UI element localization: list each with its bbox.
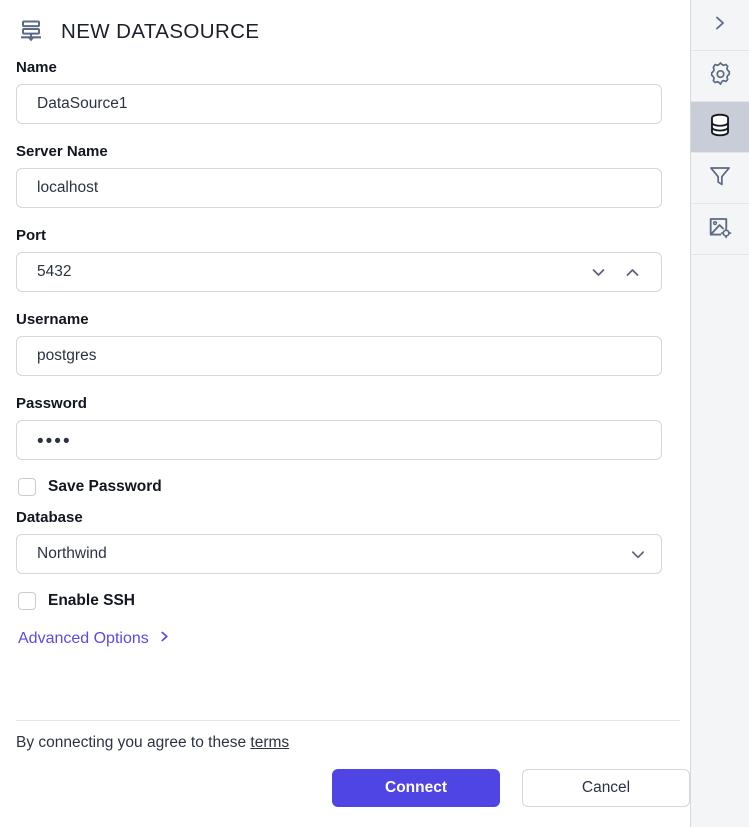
cancel-button[interactable]: Cancel bbox=[522, 769, 690, 807]
label-username: Username bbox=[16, 311, 89, 328]
password-input-value: •••• bbox=[37, 431, 72, 451]
right-sidebar bbox=[691, 0, 749, 827]
action-buttons: Connect Cancel bbox=[0, 769, 690, 807]
server-name-input-value: localhost bbox=[37, 180, 99, 196]
advanced-options-link[interactable]: Advanced Options bbox=[18, 630, 171, 648]
datasource-stack-icon bbox=[16, 17, 46, 47]
sidebar-item-image-settings[interactable] bbox=[691, 204, 749, 255]
datasource-form: Name DataSource1 Server Name localhost P… bbox=[0, 52, 690, 648]
database-select[interactable]: Northwind bbox=[16, 534, 662, 574]
chevron-right-icon bbox=[710, 13, 730, 38]
image-settings-icon bbox=[707, 214, 733, 245]
username-input-value: postgres bbox=[37, 348, 97, 364]
gear-icon bbox=[707, 60, 734, 92]
name-input[interactable]: DataSource1 bbox=[16, 84, 662, 124]
label-port: Port bbox=[16, 227, 46, 244]
panel-header: NEW DATASOURCE bbox=[0, 0, 690, 52]
chevron-down-icon[interactable] bbox=[589, 263, 607, 281]
database-select-value: Northwind bbox=[37, 546, 107, 562]
save-password-checkbox[interactable] bbox=[18, 478, 36, 496]
field-server-name: Server Name localhost bbox=[16, 144, 674, 208]
password-input[interactable]: •••• bbox=[16, 420, 662, 460]
port-input-value: 5432 bbox=[37, 264, 72, 280]
funnel-icon bbox=[707, 163, 733, 194]
chevron-down-icon[interactable] bbox=[629, 545, 647, 563]
port-stepper bbox=[589, 263, 647, 281]
field-port: Port 5432 bbox=[16, 228, 674, 292]
datasource-form-panel: NEW DATASOURCE Name DataSource1 Server N… bbox=[0, 0, 691, 827]
server-name-input[interactable]: localhost bbox=[16, 168, 662, 208]
port-input[interactable]: 5432 bbox=[16, 252, 662, 292]
save-password-label: Save Password bbox=[48, 478, 162, 496]
new-datasource-window: NEW DATASOURCE Name DataSource1 Server N… bbox=[0, 0, 749, 827]
chevron-up-icon[interactable] bbox=[623, 263, 641, 281]
enable-ssh-row[interactable]: Enable SSH bbox=[18, 592, 674, 610]
label-server-name: Server Name bbox=[16, 143, 108, 160]
field-username: Username postgres bbox=[16, 312, 674, 376]
sidebar-item-filters[interactable] bbox=[691, 153, 749, 204]
chevron-right-icon bbox=[158, 630, 171, 648]
label-name: Name bbox=[16, 59, 57, 76]
sidebar-empty-space bbox=[691, 255, 749, 827]
field-name: Name DataSource1 bbox=[16, 60, 674, 124]
database-icon bbox=[707, 112, 733, 143]
name-input-value: DataSource1 bbox=[37, 96, 128, 112]
connect-button[interactable]: Connect bbox=[332, 769, 500, 807]
label-password: Password bbox=[16, 395, 87, 412]
label-database: Database bbox=[16, 509, 83, 526]
sidebar-item-datasource[interactable] bbox=[691, 102, 749, 153]
sidebar-item-expand-panel[interactable] bbox=[691, 0, 749, 51]
save-password-row[interactable]: Save Password bbox=[18, 478, 674, 496]
terms-prefix: By connecting you agree to these bbox=[16, 734, 247, 751]
field-database: Database Northwind bbox=[16, 510, 674, 574]
advanced-options-label: Advanced Options bbox=[18, 630, 149, 647]
footer-divider bbox=[16, 720, 680, 721]
page-title: NEW DATASOURCE bbox=[61, 20, 260, 43]
field-password: Password •••• bbox=[16, 396, 674, 460]
terms-text: By connecting you agree to these terms bbox=[16, 734, 289, 752]
enable-ssh-label: Enable SSH bbox=[48, 592, 135, 610]
username-input[interactable]: postgres bbox=[16, 336, 662, 376]
sidebar-item-settings[interactable] bbox=[691, 51, 749, 102]
enable-ssh-checkbox[interactable] bbox=[18, 592, 36, 610]
terms-link[interactable]: terms bbox=[250, 734, 289, 751]
